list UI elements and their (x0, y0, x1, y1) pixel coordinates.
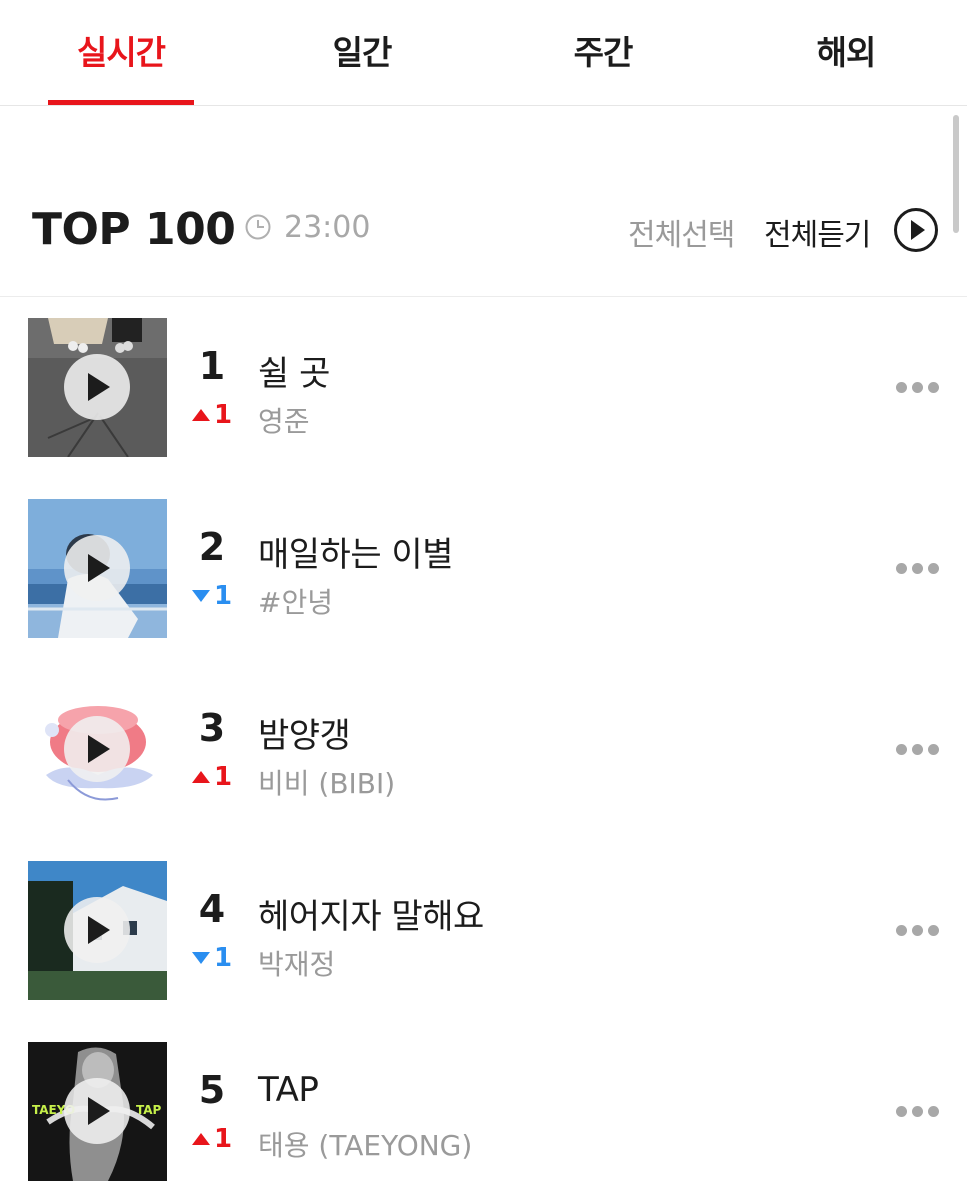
song-row[interactable]: 1 1 쉴 곳 영준 (0, 318, 967, 458)
song-artist[interactable]: 영준 (258, 400, 310, 440)
song-title[interactable]: TAP (258, 1070, 319, 1110)
song-artist[interactable]: 박재정 (258, 943, 335, 983)
rank-up-icon (192, 409, 210, 421)
play-button[interactable] (64, 1078, 130, 1144)
play-icon (88, 554, 110, 582)
svg-text:TAP: TAP (136, 1103, 162, 1117)
rank-change-value: 1 (214, 1124, 233, 1154)
play-icon (88, 735, 110, 763)
song-row[interactable]: 2 1 매일하는 이별 #안녕 (0, 499, 967, 639)
album-art[interactable]: TAEYO TAP (28, 1042, 167, 1181)
more-options-icon[interactable] (896, 380, 940, 394)
rank-change: 1 (190, 1124, 234, 1154)
song-title[interactable]: 매일하는 이별 (258, 527, 454, 576)
clock-icon (245, 214, 271, 240)
play-icon (88, 373, 110, 401)
song-artist[interactable]: #안녕 (258, 581, 333, 621)
song-artist[interactable]: 비비 (BIBI) (258, 762, 395, 802)
album-art[interactable] (28, 499, 167, 638)
rank-up-icon (192, 1133, 210, 1145)
chart-tabs: 실시간 일간 주간 해외 (0, 0, 967, 106)
chart-update-time: 23:00 (284, 210, 371, 245)
play-button[interactable] (64, 354, 130, 420)
active-tab-indicator (48, 100, 194, 105)
rank-down-icon (192, 590, 210, 602)
song-title[interactable]: 헤어지자 말해요 (258, 889, 484, 938)
rank-change: 1 (190, 762, 234, 792)
rank-change-value: 1 (214, 581, 233, 611)
tab-weekly[interactable]: 주간 (523, 26, 683, 74)
play-icon (88, 916, 110, 944)
song-artist[interactable]: 태용 (TAEYONG) (258, 1124, 472, 1164)
song-title[interactable]: 쉴 곳 (258, 346, 330, 395)
album-art[interactable] (28, 680, 167, 819)
rank-change: 1 (190, 400, 234, 430)
song-title[interactable]: 밤양갱 (258, 708, 351, 757)
tab-daily[interactable]: 일간 (282, 26, 442, 74)
rank-number: 4 (198, 887, 226, 931)
more-options-icon[interactable] (896, 742, 940, 756)
rank-change: 1 (190, 943, 234, 973)
play-button[interactable] (64, 535, 130, 601)
rank-number: 2 (198, 525, 226, 569)
rank-change-value: 1 (214, 762, 233, 792)
play-circle-icon[interactable] (893, 207, 939, 253)
song-row[interactable]: 4 1 헤어지자 말해요 박재정 (0, 861, 967, 1001)
song-row[interactable]: 3 1 밤양갱 비비 (BIBI) (0, 680, 967, 820)
album-art[interactable] (28, 318, 167, 457)
chart-header: TOP 100 23:00 전체선택 전체듣기 (0, 180, 967, 297)
rank-number: 3 (198, 706, 226, 750)
more-options-icon[interactable] (896, 561, 940, 575)
rank-number: 1 (198, 344, 226, 388)
play-icon (88, 1097, 110, 1125)
rank-number: 5 (198, 1068, 226, 1112)
rank-up-icon (192, 771, 210, 783)
listen-all-button[interactable]: 전체듣기 (764, 210, 871, 254)
play-button[interactable] (64, 897, 130, 963)
rank-change-value: 1 (214, 943, 233, 973)
song-row[interactable]: TAEYO TAP 5 1 TAP 태용 (TAEYONG) (0, 1042, 967, 1182)
rank-change-value: 1 (214, 400, 233, 430)
rank-change: 1 (190, 581, 234, 611)
chart-title: TOP 100 (32, 204, 236, 255)
rank-down-icon (192, 952, 210, 964)
more-options-icon[interactable] (896, 1104, 940, 1118)
tab-overseas[interactable]: 해외 (766, 26, 926, 74)
album-art[interactable] (28, 861, 167, 1000)
play-button[interactable] (64, 716, 130, 782)
select-all-button[interactable]: 전체선택 (628, 210, 735, 254)
more-options-icon[interactable] (896, 923, 940, 937)
tab-realtime[interactable]: 실시간 (41, 26, 201, 74)
